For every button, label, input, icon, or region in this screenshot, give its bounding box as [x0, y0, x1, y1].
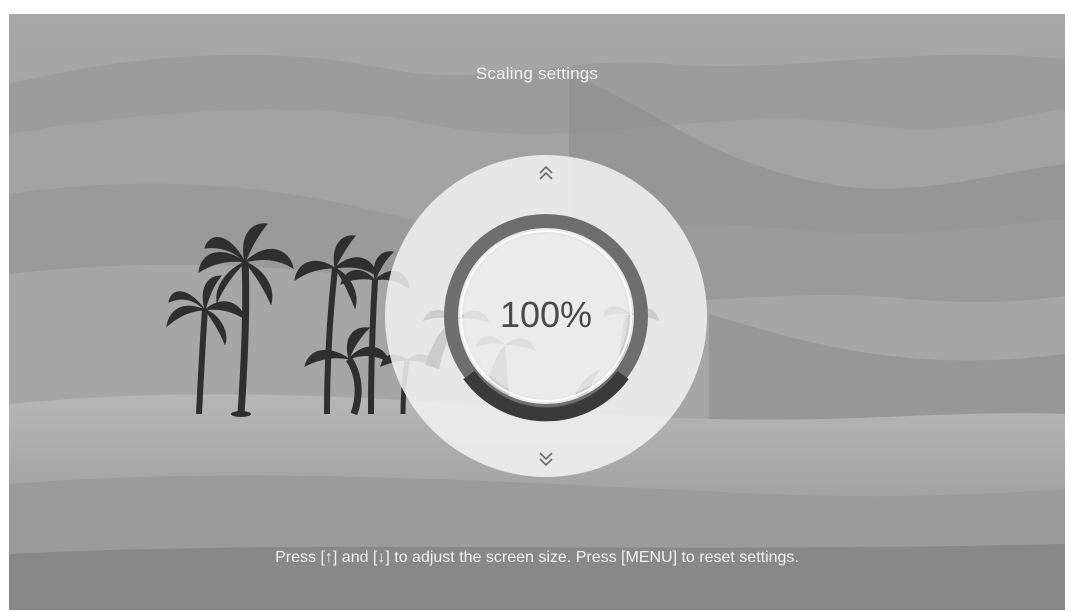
scaling-settings-screen: Scaling settings 100% Press [↑] and [↓] … [9, 14, 1065, 610]
screen-title: Scaling settings [475, 64, 599, 83]
chevron-double-down-icon [539, 452, 553, 467]
chevron-double-up-icon [539, 165, 553, 180]
scale-down-button[interactable] [531, 449, 561, 469]
instruction-hint: Press [↑] and [↓] to adjust the screen s… [275, 549, 799, 566]
scaling-value: 100% [499, 294, 593, 335]
scale-up-button[interactable] [531, 163, 561, 183]
scaling-dial[interactable]: 100% [385, 155, 707, 477]
